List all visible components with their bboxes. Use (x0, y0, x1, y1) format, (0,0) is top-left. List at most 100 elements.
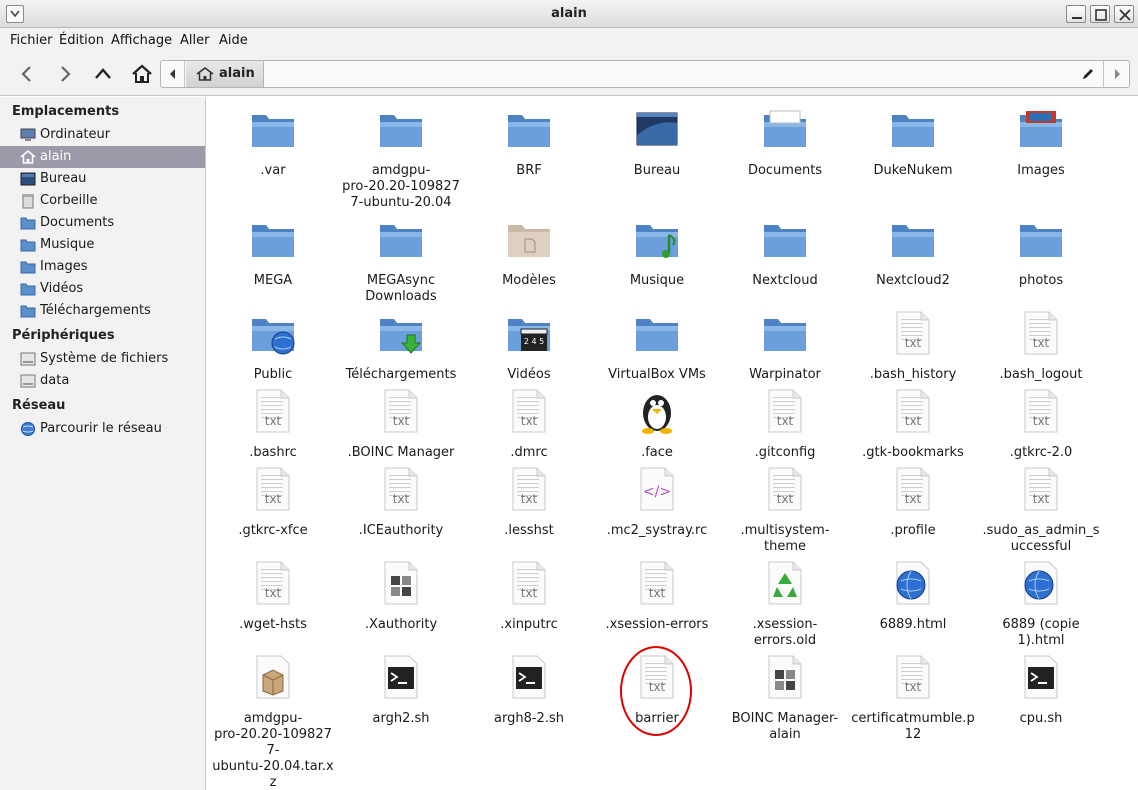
file-name: .xinputrc (500, 617, 558, 632)
file-name: BRF (516, 163, 542, 178)
sidebar-item-alain[interactable]: alain (0, 146, 205, 168)
file-name: MEGA (253, 273, 293, 288)
txt-icon: txt (633, 559, 681, 607)
txt-icon: txt (249, 465, 297, 513)
menu-affichage[interactable]: Affichage (111, 33, 172, 48)
file-name: Modèles (502, 273, 556, 288)
archive-icon (249, 653, 297, 701)
svg-text:txt: txt (521, 492, 538, 506)
folder-icon (377, 215, 425, 263)
computer-icon (20, 128, 36, 141)
folder-templates-icon (505, 215, 553, 263)
minimize-icon (1072, 17, 1082, 19)
txt-icon: txt (761, 387, 809, 435)
path-bar: alain (160, 60, 1130, 88)
svg-text:2 4 5: 2 4 5 (524, 337, 544, 346)
menu-aller[interactable]: Aller (180, 33, 209, 48)
menu-edition[interactable]: Édition (59, 33, 104, 48)
sidebar-item-videos[interactable]: Vidéos (0, 278, 205, 300)
svg-text:txt: txt (393, 414, 410, 428)
svg-text:txt: txt (1033, 336, 1050, 350)
file-name: .gtkrc-xfce (238, 523, 308, 538)
home-button[interactable] (126, 60, 156, 88)
txt-icon: txt (1017, 309, 1065, 357)
back-button[interactable] (12, 60, 42, 88)
folder-icon (20, 239, 36, 252)
toolbar: alain (0, 52, 1138, 96)
folder-icon (633, 309, 681, 357)
txt-icon: txt (889, 309, 937, 357)
maximize-button[interactable] (1090, 5, 1110, 23)
breadcrumb-home[interactable]: alain (186, 61, 264, 87)
script-icon (377, 653, 425, 701)
sidebar-item-label: Documents (40, 215, 115, 230)
sidebar-item-systeme-de-fichiers[interactable]: Système de fichiers (0, 348, 205, 370)
binary-icon (377, 559, 425, 607)
file-name: Bureau (633, 163, 681, 178)
sidebar-item-parcourir-le-reseau[interactable]: Parcourir le réseau (0, 418, 205, 440)
svg-text:txt: txt (905, 336, 922, 350)
sidebar-item-label: data (40, 373, 70, 388)
minimize-button[interactable] (1066, 5, 1086, 23)
file-name: .mc2_systray.rc (606, 523, 708, 538)
txt-icon: txt (505, 559, 553, 607)
sidebar-item-bureau[interactable]: Bureau (0, 168, 205, 190)
svg-text:txt: txt (265, 492, 282, 506)
sidebar-heading-reseau: Réseau (12, 398, 66, 413)
home-icon (20, 149, 36, 164)
svg-text:txt: txt (777, 492, 794, 506)
path-scroll-left-button[interactable] (161, 61, 185, 87)
sidebar-item-ordinateur[interactable]: Ordinateur (0, 124, 205, 146)
txt-icon: txt (249, 387, 297, 435)
home-icon (132, 64, 152, 83)
recycle-icon (761, 559, 809, 607)
txt-icon: txt (377, 465, 425, 513)
folder-icon (20, 305, 36, 318)
svg-text:txt: txt (265, 586, 282, 600)
path-scroll-right-button[interactable] (1103, 61, 1129, 87)
sidebar-item-corbeille[interactable]: Corbeille (0, 190, 205, 212)
home-icon (196, 67, 214, 81)
folder-icon (249, 105, 297, 153)
sidebar-item-images[interactable]: Images (0, 256, 205, 278)
file-name: photos (1018, 273, 1064, 288)
pencil-icon (1083, 69, 1093, 79)
file-name: 6889.html (879, 617, 947, 632)
sidebar-item-label: Bureau (40, 171, 87, 186)
sidebar-item-documents[interactable]: Documents (0, 212, 205, 234)
html-icon (1017, 559, 1065, 607)
sidebar-item-label: Ordinateur (40, 127, 111, 142)
file-name: barrier (635, 711, 679, 726)
chevron-left-icon (170, 69, 175, 79)
forward-button[interactable] (50, 60, 80, 88)
txt-icon: txt (377, 387, 425, 435)
svg-text:txt: txt (649, 586, 666, 600)
sidebar-item-musique[interactable]: Musique (0, 234, 205, 256)
sidebar: Emplacements Ordinateur alain Bureau Cor… (0, 97, 206, 790)
folder-images-icon (1017, 105, 1065, 153)
sidebar-item-telechargements[interactable]: Téléchargements (0, 300, 205, 322)
svg-text:txt: txt (905, 492, 922, 506)
file-name: Warpinator (749, 367, 821, 382)
file-name: .dmrc (510, 445, 548, 460)
file-name: Téléchargements (345, 367, 457, 382)
edit-location-button[interactable] (1075, 61, 1101, 87)
menu-fichier[interactable]: Fichier (10, 33, 53, 48)
title-bar: alain (0, 0, 1138, 28)
file-name: Musique (629, 273, 685, 288)
up-button[interactable] (88, 60, 118, 88)
folder-music-icon (633, 215, 681, 263)
file-grid: .var amdgpu-pro-20.20-109827 7-ubuntu-20.0… (207, 97, 1138, 790)
close-button[interactable] (1114, 5, 1134, 23)
drive-icon (20, 374, 36, 388)
svg-text:txt: txt (905, 414, 922, 428)
sidebar-item-data[interactable]: data (0, 370, 205, 392)
code-icon: </> (633, 465, 681, 513)
svg-text:txt: txt (905, 680, 922, 694)
folder-icon (377, 105, 425, 153)
file-name: .gitconfig (754, 445, 816, 460)
script-icon (505, 653, 553, 701)
file-name: .bashrc (249, 445, 297, 460)
folder-icon (1017, 215, 1065, 263)
menu-aide[interactable]: Aide (219, 33, 248, 48)
